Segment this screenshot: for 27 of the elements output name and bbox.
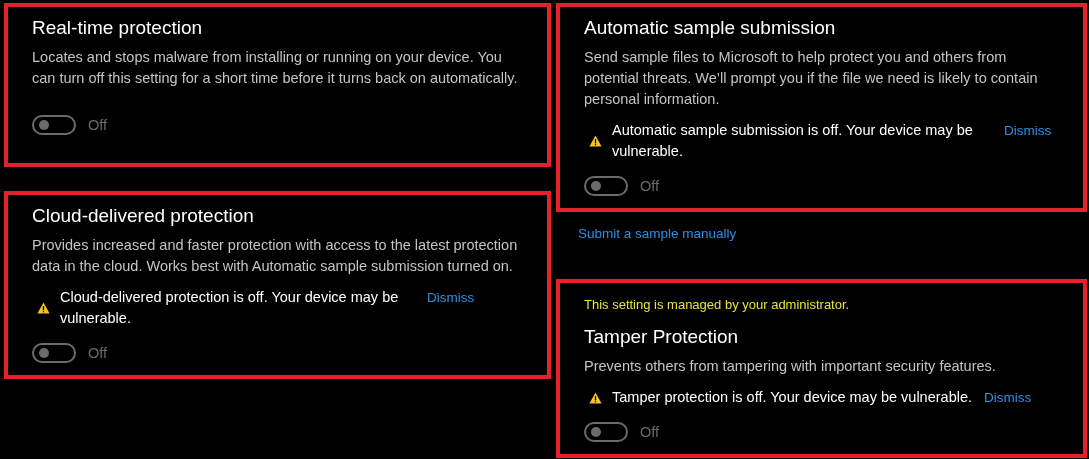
dismiss-link[interactable]: Dismiss: [984, 387, 1032, 408]
warning-message: Cloud-delivered protection is off. Your device may be vulnerable.: [60, 288, 400, 328]
section-title: Real-time protection: [32, 17, 203, 39]
toggle-label: Off: [88, 117, 108, 133]
section-title: Cloud-delivered protection: [32, 205, 254, 227]
toggle-switch[interactable]: [584, 422, 628, 442]
section-description: Prevents others from tampering with important security features.: [584, 357, 997, 376]
toggle-label: Off: [88, 345, 108, 361]
dismiss-link[interactable]: Dismiss: [1004, 120, 1052, 141]
toggle-switch[interactable]: [32, 343, 76, 363]
toggle-label: Off: [640, 178, 660, 194]
toggle-label: Off: [640, 424, 660, 440]
dismiss-link[interactable]: Dismiss: [427, 287, 475, 308]
warning-icon: [589, 135, 602, 147]
section-description: Send sample files to Microsoft to help protect you and others from potential threats. We’ll prompt you if the file we need is likely to contain personal information.: [584, 48, 1039, 109]
section-title: Automatic sample submission: [584, 17, 836, 39]
section-description: Locates and stops malware from installing or running on your device. You can turn off this setting for a short time before it turns back on automatically.: [32, 48, 519, 88]
warning-icon: [37, 302, 50, 314]
warning-message: Automatic sample submission is off. Your device may be vulnerable.: [612, 121, 974, 161]
toggle-switch[interactable]: [584, 176, 628, 196]
managed-notice: This setting is managed by your administrator.: [584, 297, 851, 312]
toggle-switch[interactable]: [32, 115, 76, 135]
submit-sample-link[interactable]: Submit a sample manually: [578, 226, 737, 241]
warning-message: Tamper protection is off. Your device may be vulnerable.: [612, 388, 973, 407]
section-title: Tamper Protection: [584, 326, 739, 348]
warning-icon: [589, 391, 602, 404]
section-description: Provides increased and faster protection with access to the latest protection data in the cloud. Works best with Automatic sample submission turned on.: [32, 236, 519, 276]
